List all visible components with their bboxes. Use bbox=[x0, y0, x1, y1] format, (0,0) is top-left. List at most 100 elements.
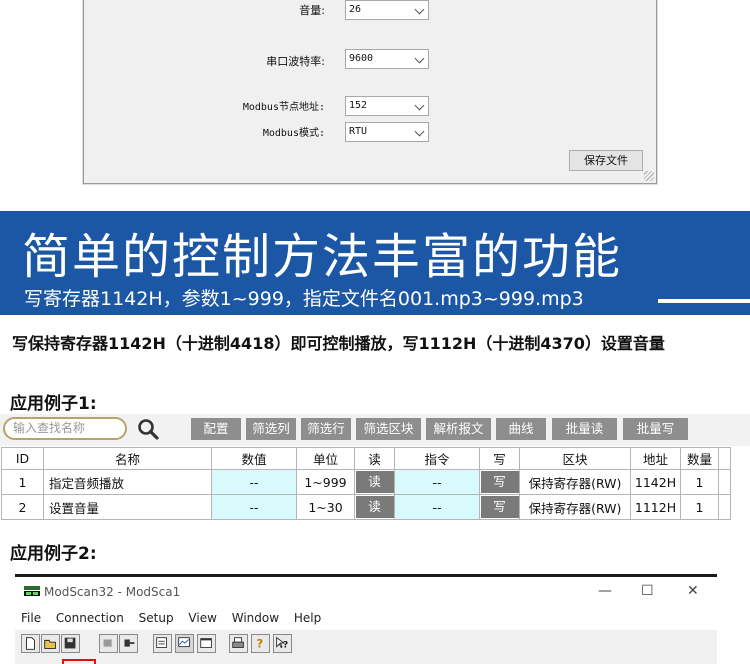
menu-file[interactable]: File bbox=[21, 611, 41, 625]
filter-rows-button[interactable]: 筛选行 bbox=[301, 418, 351, 440]
row-command[interactable]: -- bbox=[394, 469, 480, 495]
read-button[interactable]: 读 bbox=[355, 496, 394, 518]
row-read-cell: 读 bbox=[354, 469, 395, 495]
save-file-button[interactable]: 保存文件 bbox=[569, 150, 643, 171]
node-address-label: Modbus节点地址: bbox=[242, 102, 325, 113]
svg-text:?: ? bbox=[256, 637, 263, 651]
close-button[interactable]: ✕ bbox=[687, 583, 699, 599]
new-icon[interactable] bbox=[21, 634, 40, 653]
example1-heading: 应用例子1: bbox=[10, 394, 97, 414]
row-block: 保持寄存器(RW) bbox=[519, 494, 631, 520]
col-header-command: 指令 bbox=[394, 447, 480, 470]
menu-bar: File Connection Setup View Window Help bbox=[21, 611, 332, 625]
menu-help[interactable]: Help bbox=[294, 611, 321, 625]
row-read-cell: 读 bbox=[354, 494, 395, 520]
write-button[interactable]: 写 bbox=[480, 496, 519, 518]
parse-message-button[interactable]: 解析报文 bbox=[426, 418, 491, 440]
volume-value: 26 bbox=[349, 4, 362, 15]
row-address: 1142H bbox=[630, 469, 681, 495]
modscan-window: ModScan32 - ModSca1 — ☐ ✕ File Connectio… bbox=[15, 577, 717, 664]
description-text: 写保持寄存器1142H（十进制4418）即可控制播放，写1112H（十进制437… bbox=[12, 334, 665, 353]
display-icon[interactable] bbox=[153, 634, 172, 653]
example2-heading: 应用例子2: bbox=[10, 544, 97, 564]
banner-title: 简单的控制方法丰富的功能 bbox=[22, 229, 623, 285]
disconnect-icon[interactable] bbox=[119, 634, 138, 653]
table-header-row: ID 名称 数值 单位 读 指令 写 区块 地址 数量 bbox=[1, 447, 731, 470]
connect-icon[interactable] bbox=[99, 634, 118, 653]
filter-columns-button[interactable]: 筛选列 bbox=[246, 418, 296, 440]
row-extra bbox=[718, 469, 731, 495]
baudrate-label: 串口波特率: bbox=[266, 55, 325, 68]
row-extra bbox=[718, 494, 731, 520]
row-name: 设置音量 bbox=[43, 494, 212, 520]
col-header-extra bbox=[718, 447, 731, 470]
col-header-write: 写 bbox=[479, 447, 520, 470]
volume-combo[interactable]: 26 bbox=[345, 0, 429, 20]
node-address-value: 152 bbox=[349, 100, 368, 111]
menu-window[interactable]: Window bbox=[232, 611, 279, 625]
chevron-down-icon bbox=[414, 53, 425, 64]
node-address-combo[interactable]: 152 bbox=[345, 96, 429, 116]
row-count: 1 bbox=[680, 469, 719, 495]
open-icon[interactable] bbox=[41, 634, 60, 653]
baudrate-value: 9600 bbox=[349, 53, 374, 64]
register-table: ID 名称 数值 单位 读 指令 写 区块 地址 数量 1 指定音频播放 -- … bbox=[1, 447, 731, 520]
row-id: 1 bbox=[1, 469, 44, 495]
help-icon[interactable]: ? bbox=[251, 634, 270, 653]
save-icon[interactable] bbox=[61, 634, 80, 653]
col-header-value: 数值 bbox=[211, 447, 297, 470]
row-command[interactable]: -- bbox=[394, 494, 480, 520]
row-address: 1112H bbox=[630, 494, 681, 520]
graph-icon[interactable] bbox=[175, 634, 194, 653]
search-input[interactable]: 输入查找名称 bbox=[3, 417, 127, 440]
row-value[interactable]: -- bbox=[211, 494, 297, 520]
col-header-id: ID bbox=[1, 447, 44, 470]
banner-subtitle: 写寄存器1142H，参数1~999，指定文件名001.mp3~999.mp3 bbox=[24, 288, 584, 310]
highlight-box bbox=[62, 659, 96, 664]
svg-text:?: ? bbox=[283, 641, 288, 651]
app-icon bbox=[24, 586, 40, 596]
resize-grip-icon[interactable] bbox=[644, 171, 654, 181]
magnifier-icon[interactable] bbox=[137, 418, 159, 440]
modbus-mode-combo[interactable]: RTU bbox=[345, 122, 429, 142]
row-name: 指定音频播放 bbox=[43, 469, 212, 495]
context-help-icon[interactable]: ? bbox=[273, 634, 292, 653]
row-write-cell: 写 bbox=[479, 494, 520, 520]
feature-banner: 简单的控制方法丰富的功能 写寄存器1142H，参数1~999，指定文件名001.… bbox=[0, 211, 750, 315]
chevron-down-icon bbox=[414, 4, 425, 15]
col-header-name: 名称 bbox=[43, 447, 212, 470]
filter-blocks-button[interactable]: 筛选区块 bbox=[356, 418, 421, 440]
minimize-button[interactable]: — bbox=[598, 583, 612, 599]
row-count: 1 bbox=[680, 494, 719, 520]
row-block: 保持寄存器(RW) bbox=[519, 469, 631, 495]
curve-button[interactable]: 曲线 bbox=[496, 418, 546, 440]
chevron-down-icon bbox=[414, 126, 425, 137]
row-write-cell: 写 bbox=[479, 469, 520, 495]
table-row[interactable]: 1 指定音频播放 -- 1~999 读 -- 写 保持寄存器(RW) 1142H… bbox=[1, 469, 731, 495]
print-icon[interactable] bbox=[229, 634, 248, 653]
volume-label: 音量: bbox=[299, 4, 325, 17]
window-icon[interactable] bbox=[197, 634, 216, 653]
menu-setup[interactable]: Setup bbox=[139, 611, 174, 625]
banner-underline bbox=[658, 299, 750, 303]
example1-toolbar: 输入查找名称 配置 筛选列 筛选行 筛选区块 解析报文 曲线 批量读 批量写 bbox=[0, 414, 750, 446]
read-button[interactable]: 读 bbox=[355, 471, 394, 493]
menu-view[interactable]: View bbox=[188, 611, 216, 625]
chevron-down-icon bbox=[414, 100, 425, 111]
row-value[interactable]: -- bbox=[211, 469, 297, 495]
maximize-button[interactable]: ☐ bbox=[641, 583, 654, 599]
row-id: 2 bbox=[1, 494, 44, 520]
write-button[interactable]: 写 bbox=[480, 471, 519, 493]
settings-dialog: 音量: 26 串口波特率: 9600 Modbus节点地址: 152 Modbu… bbox=[83, 0, 657, 184]
config-button[interactable]: 配置 bbox=[191, 418, 241, 440]
batch-write-button[interactable]: 批量写 bbox=[623, 418, 688, 440]
row-unit: 1~999 bbox=[296, 469, 355, 495]
col-header-unit: 单位 bbox=[296, 447, 355, 470]
modbus-mode-value: RTU bbox=[349, 126, 368, 137]
baudrate-combo[interactable]: 9600 bbox=[345, 49, 429, 69]
table-row[interactable]: 2 设置音量 -- 1~30 读 -- 写 保持寄存器(RW) 1112H 1 bbox=[1, 494, 731, 520]
modbus-mode-label: Modbus模式: bbox=[262, 128, 325, 139]
menu-connection[interactable]: Connection bbox=[56, 611, 124, 625]
batch-read-button[interactable]: 批量读 bbox=[552, 418, 617, 440]
window-title: ModScan32 - ModSca1 bbox=[44, 585, 181, 599]
